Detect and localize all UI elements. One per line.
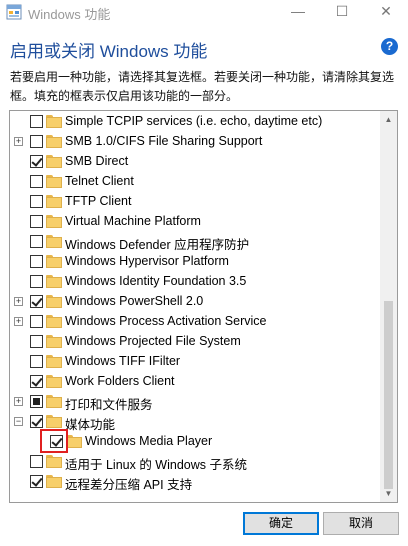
feature-label: SMB Direct [65,154,129,168]
feature-label: Telnet Client [65,174,134,188]
feature-label: SMB 1.0/CIFS File Sharing Support [65,134,263,148]
window-title: Windows 功能 [28,7,111,22]
cancel-button[interactable]: 取消 [323,512,399,535]
feature-checkbox[interactable] [30,195,43,208]
feature-label: Windows Identity Foundation 3.5 [65,274,247,288]
feature-row[interactable]: Work Folders Client [10,372,382,392]
folder-icon [46,415,62,428]
folder-icon [46,455,62,468]
feature-checkbox[interactable] [30,235,43,248]
feature-label: 适用于 Linux 的 Windows 子系统 [65,458,247,472]
collapse-icon[interactable]: − [14,417,23,426]
features-tree[interactable]: 远程差分压缩 API 支持 适用于 Linux 的 Windows 子系统 Wind… [9,110,398,503]
feature-checkbox[interactable] [30,155,43,168]
highlight-box [40,429,68,453]
feature-row[interactable]: Telnet Client [10,172,382,192]
feature-label: Windows PowerShell 2.0 [65,294,204,308]
folder-icon [46,375,62,388]
folder-icon [46,335,62,348]
feature-checkbox[interactable] [30,395,43,408]
feature-checkbox[interactable] [30,455,43,468]
feature-checkbox[interactable] [30,295,43,308]
feature-label: Windows Process Activation Service [65,314,267,328]
feature-row[interactable]: Windows Projected File System [10,332,382,352]
folder-icon [46,115,62,128]
feature-row[interactable]: Simple TCPIP services (i.e. echo, daytim… [10,112,382,132]
folder-icon [46,135,62,148]
feature-label: 媒体功能 [65,418,116,432]
expand-icon[interactable]: + [14,317,23,326]
feature-label: TFTP Client [65,194,132,208]
feature-checkbox[interactable] [30,135,43,148]
feature-label: Windows Projected File System [65,334,241,348]
scroll-thumb[interactable] [384,301,393,489]
scroll-down-arrow-icon[interactable]: ▼ [380,485,397,502]
feature-checkbox[interactable] [30,335,43,348]
feature-row[interactable]: SMB Direct [10,152,382,172]
feature-checkbox[interactable] [30,115,43,128]
feature-label: Windows TIFF IFilter [65,354,181,368]
feature-row[interactable]: + Windows PowerShell 2.0 [10,292,382,312]
feature-checkbox[interactable] [30,415,43,428]
feature-label: Windows Defender 应用程序防护 [65,238,250,252]
minimize-button[interactable]: — [276,0,320,24]
help-icon[interactable]: ? [381,38,398,55]
feature-label: Work Folders Client [65,374,175,388]
windows-features-app-icon [6,4,22,20]
feature-label: Simple TCPIP services (i.e. echo, daytim… [65,114,323,128]
feature-checkbox[interactable] [30,315,43,328]
expand-icon[interactable]: + [14,297,23,306]
folder-icon [46,295,62,308]
feature-row[interactable]: Windows Hypervisor Platform [10,252,382,272]
expand-icon[interactable]: + [14,397,23,406]
vertical-scrollbar[interactable]: ▲ ▼ [380,111,397,502]
feature-checkbox[interactable] [30,275,43,288]
page-title: 启用或关闭 Windows 功能 [10,42,208,61]
maximize-button[interactable]: ☐ [320,0,364,24]
feature-checkbox[interactable] [30,355,43,368]
feature-row[interactable]: Windows TIFF IFilter [10,352,382,372]
feature-label: 远程差分压缩 API 支持 [65,478,193,492]
feature-row[interactable]: TFTP Client [10,192,382,212]
folder-icon [46,215,62,228]
close-button[interactable]: ✕ [364,0,408,24]
feature-row[interactable]: + SMB 1.0/CIFS File Sharing Support [10,132,382,152]
folder-icon [46,475,62,488]
feature-row[interactable]: + 打印和文件服务 [10,392,382,412]
feature-label: Windows Hypervisor Platform [65,254,229,268]
title-bar: Windows 功能 — ☐ ✕ [0,0,408,26]
folder-icon [46,395,62,408]
instructions-text: 若要启用一种功能，请选择其复选框。若要关闭一种功能，请清除其复选框。填充的框表示… [10,70,395,103]
feature-checkbox[interactable] [30,255,43,268]
folder-icon [46,155,62,168]
folder-icon [46,315,62,328]
feature-checkbox[interactable] [30,375,43,388]
scroll-up-arrow-icon[interactable]: ▲ [380,111,397,128]
feature-row[interactable]: + Windows Process Activation Service [10,312,382,332]
folder-icon [46,355,62,368]
feature-label: Windows Media Player [85,434,213,448]
feature-checkbox[interactable] [30,175,43,188]
feature-checkbox[interactable] [30,215,43,228]
feature-row[interactable]: 适用于 Linux 的 Windows 子系统 [10,452,382,472]
feature-checkbox[interactable] [30,475,43,488]
expand-icon[interactable]: + [14,137,23,146]
folder-icon [46,195,62,208]
feature-label: 打印和文件服务 [65,398,153,412]
feature-row[interactable]: 远程差分压缩 API 支持 [10,472,382,492]
folder-icon [46,235,62,248]
folder-icon [66,435,82,448]
folder-icon [46,175,62,188]
feature-row[interactable]: Virtual Machine Platform [10,212,382,232]
feature-row[interactable]: Windows Identity Foundation 3.5 [10,272,382,292]
folder-icon [46,275,62,288]
folder-icon [46,255,62,268]
ok-button[interactable]: 确定 [243,512,319,535]
feature-label: Virtual Machine Platform [65,214,201,228]
feature-row[interactable]: Windows Defender 应用程序防护 [10,232,382,252]
